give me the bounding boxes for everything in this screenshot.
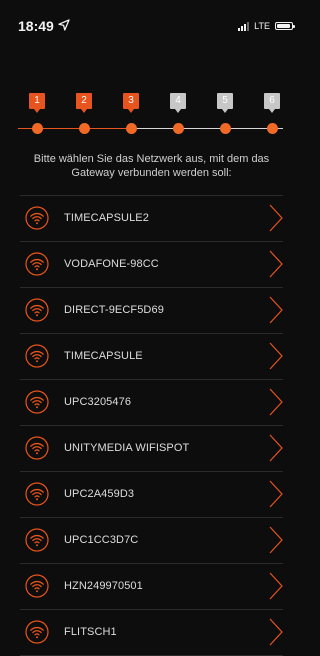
network-list: TIMECAPSULE2 VODAFONE-98CC DIRECT-9ECF5D… — [20, 195, 283, 656]
step-6-badge: 6 — [264, 93, 280, 113]
step-4-dot — [173, 123, 184, 134]
network-list-item[interactable]: UPC2A459D3 — [20, 471, 283, 517]
step-4-badge: 4 — [170, 93, 186, 113]
network-list-item[interactable]: UPC1CC3D7C — [20, 517, 283, 563]
network-list-item[interactable]: TIMECAPSULE2 — [20, 195, 283, 241]
chevron-right-icon — [269, 204, 283, 232]
network-list-item[interactable]: TIMECAPSULE — [20, 333, 283, 379]
network-ssid: UPC1CC3D7C — [64, 534, 139, 546]
network-ssid: DIRECT-9ECF5D69 — [64, 304, 164, 316]
network-ssid: UPC2A459D3 — [64, 488, 135, 500]
setup-stepper: 1 2 3 4 5 6 — [0, 90, 303, 140]
progress-track-remaining — [133, 128, 283, 129]
wifi-icon — [25, 206, 49, 230]
location-arrow-icon — [58, 19, 70, 31]
wifi-icon — [25, 574, 49, 598]
wifi-icon — [25, 390, 49, 414]
chevron-right-icon — [269, 250, 283, 278]
chevron-right-icon — [269, 526, 283, 554]
chevron-right-icon — [269, 618, 283, 646]
status-bar: 18:49 LTE — [0, 0, 303, 44]
network-ssid: UPC3205476 — [64, 396, 132, 408]
chevron-right-icon — [269, 388, 283, 416]
network-ssid: FLITSCH1 — [64, 626, 117, 638]
step-5-badge: 5 — [217, 93, 233, 113]
network-type: LTE — [254, 21, 270, 31]
network-list-item[interactable]: FLITSCH1 — [20, 609, 283, 656]
wifi-icon — [25, 482, 49, 506]
network-ssid: HZN249970501 — [64, 580, 143, 592]
wifi-icon — [25, 252, 49, 276]
step-6-dot — [267, 123, 278, 134]
chevron-right-icon — [269, 434, 283, 462]
instruction-text: Bitte wählen Sie das Netzwerk aus, mit d… — [33, 153, 270, 179]
step-1-dot — [32, 123, 43, 134]
network-list-item[interactable]: UNITYMEDIA WIFISPOT — [20, 425, 283, 471]
network-list-item[interactable]: DIRECT-9ECF5D69 — [20, 287, 283, 333]
network-ssid: VODAFONE-98CC — [64, 258, 159, 270]
network-list-item[interactable]: UPC3205476 — [20, 379, 283, 425]
wifi-icon — [25, 298, 49, 322]
step-2-badge: 2 — [76, 93, 92, 113]
step-3-dot — [126, 123, 137, 134]
chevron-right-icon — [269, 342, 283, 370]
wifi-icon — [25, 528, 49, 552]
network-ssid: TIMECAPSULE — [64, 350, 143, 362]
battery-icon — [275, 22, 295, 30]
step-3-badge: 3 — [123, 93, 139, 113]
wifi-icon — [25, 620, 49, 644]
step-2-dot — [79, 123, 90, 134]
status-time: 18:49 — [18, 18, 54, 34]
wifi-icon — [25, 436, 49, 460]
wifi-icon — [25, 344, 49, 368]
network-list-item[interactable]: HZN249970501 — [20, 563, 283, 609]
network-ssid: UNITYMEDIA WIFISPOT — [64, 442, 190, 454]
chevron-right-icon — [269, 572, 283, 600]
network-list-item[interactable]: VODAFONE-98CC — [20, 241, 283, 287]
step-1-badge: 1 — [29, 93, 45, 113]
step-5-dot — [220, 123, 231, 134]
chevron-right-icon — [269, 480, 283, 508]
status-indicators: LTE — [238, 21, 295, 31]
signal-bars-icon — [238, 21, 250, 31]
chevron-right-icon — [269, 296, 283, 324]
network-ssid: TIMECAPSULE2 — [64, 212, 149, 224]
